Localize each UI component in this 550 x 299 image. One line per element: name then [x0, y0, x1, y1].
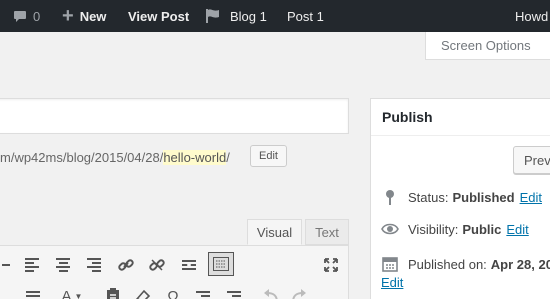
paste-text-icon[interactable] — [103, 286, 123, 299]
howdy-account-menu[interactable]: Howd — [515, 0, 548, 32]
flag-icon — [206, 9, 219, 23]
fullscreen-icon[interactable] — [321, 255, 341, 275]
clear-formatting-icon[interactable] — [133, 286, 153, 299]
indent-icon[interactable] — [224, 286, 244, 299]
publish-title: Publish — [371, 99, 550, 136]
permalink-trail: / — [226, 149, 230, 165]
unlink-icon[interactable] — [147, 255, 167, 275]
blog-menu[interactable]: Blog 1 — [205, 0, 267, 32]
status-label: Status: — [408, 189, 449, 205]
admin-bar: 0 + New View Post Blog 1 Post 1 Howd — [0, 0, 550, 32]
comment-bubble-icon — [14, 11, 26, 22]
permalink: m/wp42ms/blog/2015/04/28/hello-world / — [0, 146, 230, 168]
published-on-row: Published on: Apr 28, 20 — [381, 254, 550, 274]
undo-icon[interactable] — [261, 286, 281, 299]
visibility-value: Public — [462, 221, 502, 237]
comments-count: 0 — [33, 8, 41, 24]
published-on-edit-link[interactable]: Edit — [381, 275, 403, 290]
publish-box: Publish Prev Status: Published Edit Visi… — [370, 98, 550, 299]
post-menu[interactable]: Post 1 — [287, 0, 324, 32]
view-post-link[interactable]: View Post — [128, 0, 189, 32]
comments-menu[interactable]: 0 — [13, 0, 40, 32]
plus-icon: + — [62, 5, 74, 27]
permalink-base: m/wp42ms/blog/2015/04/28/ — [0, 149, 164, 165]
permalink-slug: hello-world — [163, 149, 227, 165]
align-center-icon[interactable] — [53, 255, 73, 275]
published-on-value: Apr 28, 20 — [490, 256, 550, 272]
post-title-input[interactable] — [0, 98, 349, 134]
align-right-icon[interactable] — [84, 255, 104, 275]
tab-text[interactable]: Text — [305, 219, 349, 245]
insert-link-icon[interactable] — [116, 255, 136, 275]
tab-visual[interactable]: Visual — [247, 219, 302, 245]
visibility-row: Visibility: Public Edit — [381, 219, 529, 239]
status-row: Status: Published Edit — [381, 187, 542, 207]
justify-icon[interactable] — [23, 286, 43, 299]
special-character-icon[interactable]: Ω — [163, 286, 183, 299]
new-content-menu[interactable]: + New — [62, 0, 106, 32]
preview-button[interactable]: Prev — [513, 146, 550, 174]
calendar-icon — [381, 256, 399, 272]
text-color-icon[interactable]: A ▼ — [57, 286, 87, 299]
outdent-icon[interactable] — [193, 286, 213, 299]
horizontal-rule-icon[interactable] — [0, 255, 16, 275]
read-more-icon[interactable] — [179, 255, 199, 275]
eye-icon — [381, 223, 399, 235]
visibility-edit-link[interactable]: Edit — [506, 222, 528, 237]
screen-options-label: Screen Options — [441, 38, 531, 53]
status-edit-link[interactable]: Edit — [520, 190, 542, 205]
redo-icon[interactable] — [289, 286, 309, 299]
align-left-icon[interactable] — [22, 255, 42, 275]
status-value: Published — [452, 189, 515, 205]
pin-icon — [381, 189, 399, 205]
toolbar-toggle-icon[interactable] — [208, 252, 234, 276]
permalink-edit-button[interactable]: Edit — [250, 145, 287, 167]
visibility-label: Visibility: — [408, 221, 459, 237]
screen-options-button[interactable]: Screen Options — [425, 32, 550, 60]
published-on-label: Published on: — [408, 256, 487, 272]
blog-label: Blog 1 — [230, 8, 267, 24]
new-label: New — [79, 8, 107, 24]
editor-toolbar: A ▼ Ω — [0, 245, 349, 299]
